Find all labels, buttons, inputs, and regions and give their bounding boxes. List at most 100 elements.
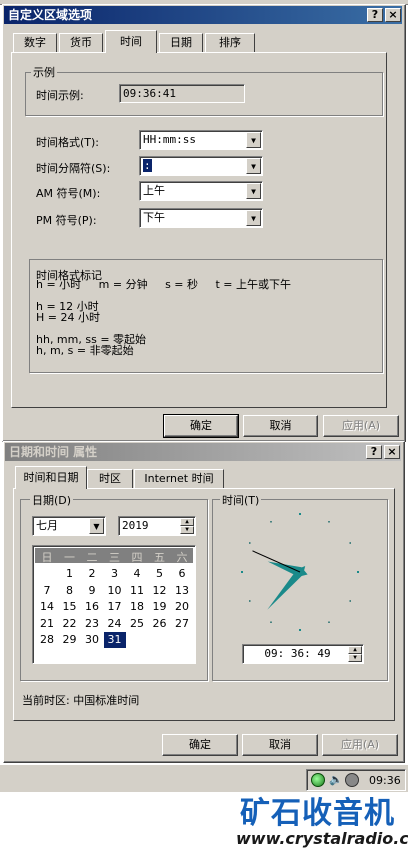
dialog-title-bar[interactable]: 自定义区域选项 (4, 6, 402, 24)
date-time-dialog: 日期和时间 属性 ? × 时间和日期 时区 Internet 时间 日期(D) … (3, 441, 405, 763)
calendar-day[interactable]: 17 (104, 599, 126, 615)
chevron-down-icon[interactable]: ▼ (89, 518, 104, 534)
sample-label: 时间示例: (36, 89, 84, 102)
calendar-day[interactable]: 22 (59, 616, 81, 632)
chevron-down-icon[interactable]: ▼ (246, 183, 261, 199)
calendar-day[interactable]: 30 (81, 632, 103, 648)
ok-button[interactable]: 确定 (162, 734, 238, 756)
calendar-day[interactable]: 27 (171, 616, 193, 632)
notation-line: H = 24 小时 (36, 311, 100, 324)
calendar-day[interactable]: 21 (36, 616, 58, 632)
clock-tick (249, 600, 251, 602)
spin-down-icon[interactable]: ▼ (348, 654, 362, 662)
time-separator-combo[interactable]: : ▼ (139, 156, 263, 176)
pm-symbol-combo[interactable]: 下午 ▼ (139, 208, 263, 228)
taskbar-clock[interactable]: 09:36 (369, 774, 401, 787)
close-button[interactable]: × (384, 445, 400, 459)
tab-currency[interactable]: 货币 (59, 33, 103, 53)
year-spinner[interactable]: 2019 ▲ ▼ (118, 516, 196, 536)
chevron-down-icon[interactable]: ▼ (246, 132, 261, 148)
calendar-day[interactable]: 12 (149, 583, 171, 599)
calendar-day[interactable]: 28 (36, 632, 58, 648)
calendar-day[interactable]: 24 (104, 616, 126, 632)
am-symbol-value: 上午 (143, 184, 165, 197)
month-combo[interactable]: 七月 ▼ (32, 516, 106, 536)
calendar-day[interactable]: 9 (81, 583, 103, 599)
time-format-label: 时间格式(T): (36, 136, 100, 149)
notation-line: h = 小时 m = 分钟 s = 秒 t = 上午或下午 (36, 278, 292, 291)
sample-group-label: 示例 (31, 64, 57, 80)
clock-tick (270, 621, 272, 623)
calendar-day[interactable]: 8 (59, 583, 81, 599)
clock-tick (328, 521, 330, 523)
calendar-day[interactable]: 29 (59, 632, 81, 648)
calendar-day[interactable]: 2 (81, 566, 103, 582)
am-symbol-combo[interactable]: 上午 ▼ (139, 181, 263, 201)
time-value: 09: 36: 49 (264, 647, 331, 660)
calendar-day[interactable]: 23 (81, 616, 103, 632)
calendar-weekday: 日 (41, 551, 53, 564)
calendar: 日一二三四五六 1 2 3 4 5 6 7 8 9 10 11 12 13 14 15 16 17 18 19 20 2… (32, 545, 196, 664)
calendar-day[interactable]: 7 (36, 583, 58, 599)
calendar-day[interactable]: 18 (126, 599, 148, 615)
cancel-button[interactable]: 取消 (242, 734, 318, 756)
network-icon[interactable] (311, 773, 325, 787)
clock-tick (241, 571, 243, 573)
calendar-day[interactable]: 20 (171, 599, 193, 615)
dialog-title: 日期和时间 属性 (9, 445, 98, 459)
help-button[interactable]: ? (366, 445, 382, 459)
notation-text: h = 小时 m = 分钟 s = 秒 t = 上午或下午 h = 12 小时 … (36, 279, 291, 356)
time-spinner[interactable]: 09: 36: 49 ▲ ▼ (242, 644, 364, 664)
calendar-day[interactable]: 14 (36, 599, 58, 615)
calendar-day[interactable]: 6 (171, 566, 193, 582)
custom-region-dialog: 自定义区域选项 ? × 数字 货币 时间 日期 排序 示例 时间示例: 09:3… (2, 4, 406, 442)
clock-tick (249, 542, 251, 544)
calendar-day[interactable]: 4 (126, 566, 148, 582)
calendar-day[interactable]: 16 (81, 599, 103, 615)
chevron-down-icon[interactable]: ▼ (246, 158, 261, 174)
clock-tick (357, 571, 359, 573)
calendar-day[interactable]: 5 (149, 566, 171, 582)
calendar-day[interactable]: 13 (171, 583, 193, 599)
cancel-button[interactable]: 取消 (243, 415, 318, 437)
calendar-day[interactable]: 25 (126, 616, 148, 632)
help-button[interactable]: ? (367, 8, 383, 22)
calendar-day[interactable]: 31 (103, 632, 126, 648)
time-format-combo[interactable]: HH:mm:ss ▼ (139, 130, 263, 150)
tab-date-time[interactable]: 时间和日期 (15, 466, 87, 489)
calendar-weekday: 一 (64, 551, 75, 564)
calendar-day[interactable]: 11 (126, 583, 148, 599)
spin-up-icon[interactable]: ▲ (180, 518, 194, 526)
dialog-title-bar[interactable]: 日期和时间 属性 (5, 443, 401, 461)
timezone-text: 当前时区: 中国标准时间 (22, 694, 140, 707)
tab-timezone[interactable]: 时区 (87, 469, 133, 489)
calendar-day[interactable]: 15 (59, 599, 81, 615)
tab-date[interactable]: 日期 (159, 33, 203, 53)
tab-numbers[interactable]: 数字 (13, 33, 57, 53)
apply-button[interactable]: 应用(A) (323, 415, 399, 437)
year-value: 2019 (122, 519, 149, 532)
spin-down-icon[interactable]: ▼ (180, 526, 194, 534)
dialog-title: 自定义区域选项 (8, 8, 93, 22)
ok-button[interactable]: 确定 (163, 414, 239, 438)
chevron-down-icon[interactable]: ▼ (246, 210, 261, 226)
spin-up-icon[interactable]: ▲ (348, 646, 362, 654)
clock-tick (299, 629, 301, 631)
tab-time[interactable]: 时间 (105, 30, 157, 53)
calendar-day[interactable]: 1 (59, 566, 81, 582)
calendar-day[interactable]: 3 (104, 566, 126, 582)
analog-clock (241, 513, 359, 631)
tab-internet-time[interactable]: Internet 时间 (134, 469, 224, 489)
calendar-day[interactable]: 10 (104, 583, 126, 599)
calendar-day[interactable]: 19 (149, 599, 171, 615)
pm-symbol-value: 下午 (143, 211, 165, 224)
volume-icon[interactable]: 🔈 (329, 774, 343, 786)
notation-line: h, m, s = 非零起始 (36, 344, 134, 357)
security-icon[interactable] (345, 773, 359, 787)
calendar-weekday: 二 (86, 551, 98, 564)
calendar-day[interactable]: 26 (149, 616, 171, 632)
tab-panel: 日期(D) 七月 ▼ 2019 ▲ ▼ 日一二三四五六 1 2 3 4 5 6 7 8 9 10 1… (13, 488, 395, 721)
close-button[interactable]: × (385, 8, 401, 22)
apply-button[interactable]: 应用(A) (322, 734, 398, 756)
tab-sort[interactable]: 排序 (205, 33, 255, 53)
